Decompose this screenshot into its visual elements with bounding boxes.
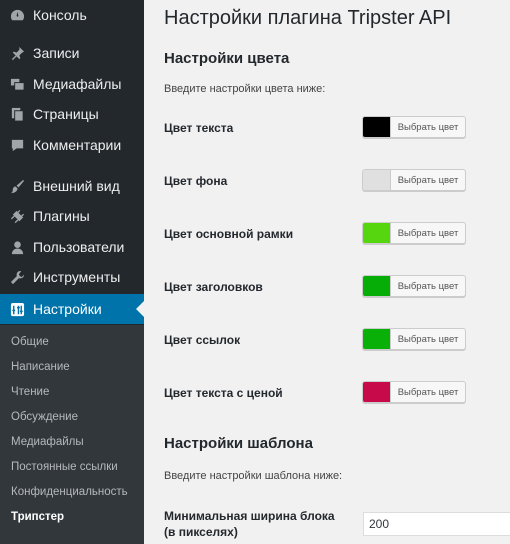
color-swatch (363, 117, 391, 137)
link-color-picker-button[interactable]: Выбрать цвет (362, 328, 466, 350)
submenu-item-general[interactable]: Общие (11, 336, 49, 348)
sidebar-item-pages[interactable]: Страницы (0, 99, 144, 129)
users-icon (8, 238, 26, 256)
heading-color-picker-button[interactable]: Выбрать цвет (362, 275, 466, 297)
media-icon (8, 75, 26, 93)
sidebar-item-label: Внешний вид (33, 178, 120, 194)
color-picker-label: Выбрать цвет (397, 386, 459, 398)
price-text-color-label: Цвет текста с ценой (164, 386, 283, 400)
color-picker-label: Выбрать цвет (397, 333, 459, 345)
active-indicator-arrow (136, 301, 144, 317)
min-width-input[interactable]: 200 (363, 512, 510, 536)
page-title: Настройки плагина Tripster API (164, 7, 452, 29)
submenu-item-discussion[interactable]: Обсуждение (11, 411, 78, 423)
price-text-color-picker-button[interactable]: Выбрать цвет (362, 381, 466, 403)
submenu-item-reading[interactable]: Чтение (11, 386, 49, 398)
sidebar-item-label: Медиафайлы (33, 76, 122, 92)
color-picker-label: Выбрать цвет (397, 121, 459, 133)
sidebar-item-label: Записи (33, 45, 80, 61)
plugins-icon (8, 207, 26, 225)
submenu-item-privacy[interactable]: Конфиденциальность (11, 486, 128, 498)
color-swatch (363, 276, 391, 296)
sidebar-item-settings[interactable]: Настройки (0, 294, 144, 324)
template-settings-heading: Настройки шаблона (164, 435, 313, 452)
settings-icon (8, 300, 26, 318)
min-width-label: Минимальная ширина блока (в пикселях) (164, 508, 335, 540)
appearance-icon (8, 177, 26, 195)
sidebar-item-console[interactable]: Консоль (0, 0, 144, 30)
submenu-item-permalinks[interactable]: Постоянные ссылки (11, 461, 118, 473)
min-width-label-line1: Минимальная ширина блока (164, 509, 335, 523)
sidebar-item-comments[interactable]: Комментарии (0, 130, 144, 160)
sidebar-item-users[interactable]: Пользователи (0, 232, 144, 262)
sidebar-item-label: Комментарии (33, 137, 122, 153)
admin-sidebar: Консоль Записи Медиафайлы Страницы Комме… (0, 0, 144, 544)
submenu-item-writing[interactable]: Написание (11, 361, 70, 373)
submenu-item-media[interactable]: Медиафайлы (11, 436, 84, 448)
heading-color-label: Цвет заголовков (164, 280, 263, 294)
link-color-label: Цвет ссылок (164, 333, 241, 347)
color-picker-label: Выбрать цвет (397, 174, 459, 186)
dashboard-icon (8, 6, 26, 24)
sidebar-item-label: Страницы (33, 106, 99, 122)
sidebar-item-media[interactable]: Медиафайлы (0, 69, 144, 99)
color-picker-label: Выбрать цвет (397, 227, 459, 239)
color-swatch (363, 329, 391, 349)
text-color-label: Цвет текста (164, 121, 234, 135)
color-swatch (363, 382, 391, 402)
sidebar-item-label: Консоль (33, 7, 87, 23)
sidebar-item-label: Настройки (33, 301, 102, 317)
sidebar-item-label: Инструменты (33, 269, 121, 285)
sidebar-item-label: Пользователи (33, 239, 125, 255)
border-color-picker-button[interactable]: Выбрать цвет (362, 222, 466, 244)
color-picker-label: Выбрать цвет (397, 280, 459, 292)
color-settings-heading: Настройки цвета (164, 50, 290, 67)
pin-icon (8, 44, 26, 62)
min-width-label-line2: (в пикселях) (164, 525, 238, 539)
submenu-item-tripster[interactable]: Трипстер (11, 511, 64, 523)
sidebar-item-posts[interactable]: Записи (0, 38, 144, 68)
text-color-picker-button[interactable]: Выбрать цвет (362, 116, 466, 138)
sidebar-item-plugins[interactable]: Плагины (0, 201, 144, 231)
background-color-picker-button[interactable]: Выбрать цвет (362, 169, 466, 191)
tools-icon (8, 268, 26, 286)
color-swatch (363, 223, 391, 243)
template-settings-description: Введите настройки шаблона ниже: (164, 470, 343, 482)
pages-icon (8, 105, 26, 123)
color-swatch (363, 170, 391, 190)
settings-submenu: Общие Написание Чтение Обсуждение Медиаф… (0, 325, 144, 544)
sidebar-item-appearance[interactable]: Внешний вид (0, 171, 144, 201)
background-color-label: Цвет фона (164, 174, 228, 188)
comments-icon (8, 136, 26, 154)
sidebar-item-label: Плагины (33, 208, 90, 224)
settings-page: Настройки плагина Tripster API Настройки… (144, 0, 510, 544)
border-color-label: Цвет основной рамки (164, 227, 294, 241)
sidebar-item-tools[interactable]: Инструменты (0, 262, 144, 292)
color-settings-description: Введите настройки цвета ниже: (164, 83, 326, 95)
